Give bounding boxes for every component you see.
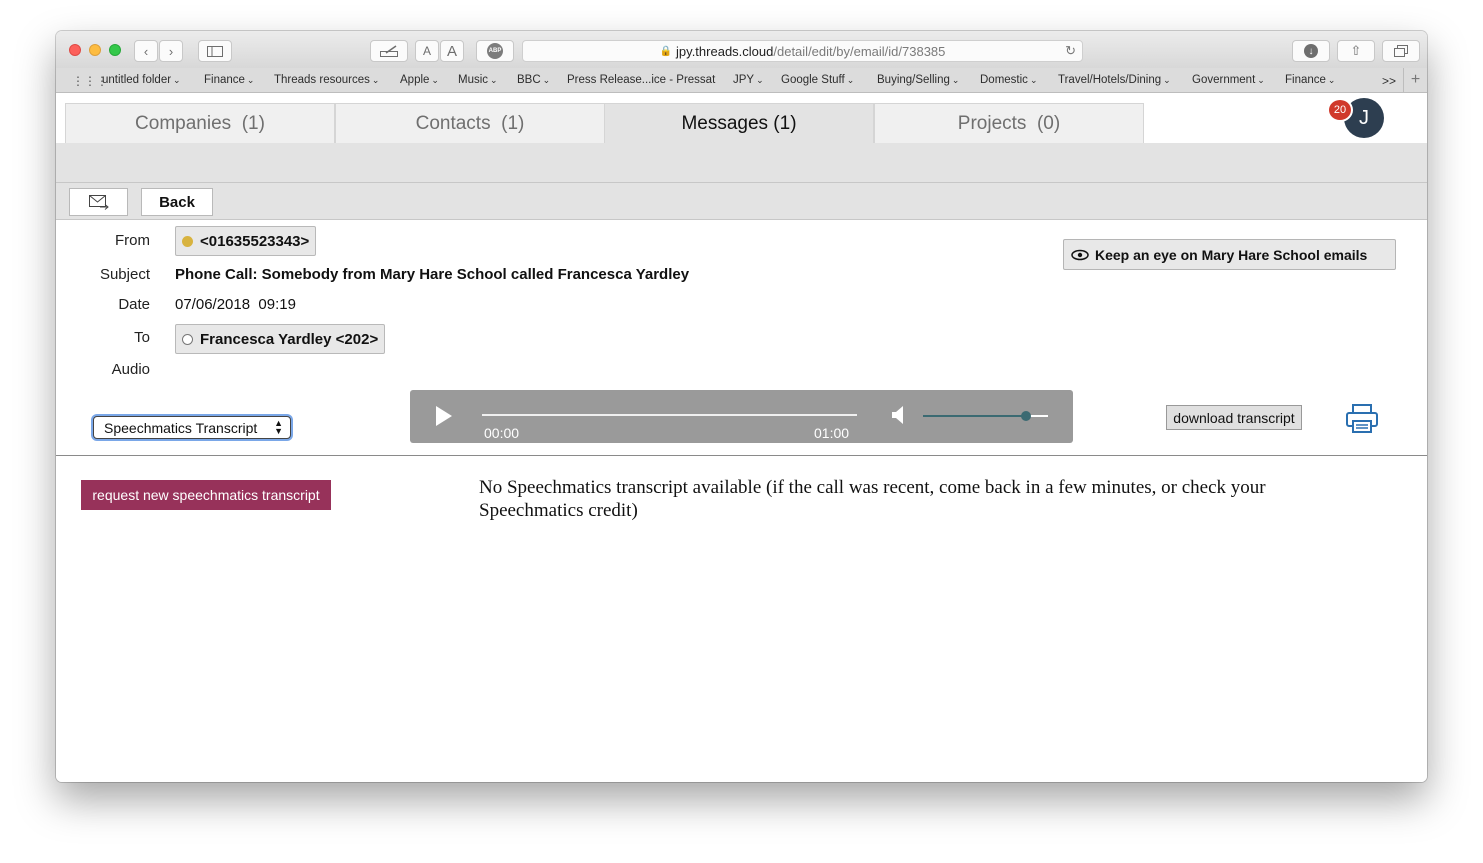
forward-email-button[interactable] — [69, 188, 128, 216]
bookmark-buying-selling[interactable]: Buying/Selling ⌄ — [877, 74, 959, 86]
bookmark-untitled-folder[interactable]: untitled folder ⌄ — [102, 74, 181, 86]
tab-projects-label: Projects (0) — [957, 112, 1061, 134]
url-path: /detail/edit/by/email/id/738385 — [773, 43, 946, 59]
forward-mail-icon — [88, 195, 109, 210]
download-icon: ↓ — [1304, 44, 1318, 58]
no-transcript-message: No Speechmatics transcript available (if… — [479, 477, 1266, 521]
tab-companies[interactable]: Companies (1) — [65, 103, 335, 143]
bookmark-google-stuff[interactable]: Google Stuff ⌄ — [781, 74, 854, 86]
status-circle-icon — [182, 333, 193, 345]
bookmark-jpy[interactable]: JPY ⌄ — [733, 74, 764, 86]
lock-icon: 🔒 — [659, 45, 673, 57]
bookmark-finance[interactable]: Finance ⌄ — [204, 74, 254, 86]
bookmark-apple[interactable]: Apple ⌄ — [400, 74, 439, 86]
audio-label: Audio — [111, 361, 150, 378]
speaker-icon[interactable] — [892, 405, 906, 425]
avatar-initial: J — [1359, 106, 1369, 129]
bookmark-government[interactable]: Government ⌄ — [1192, 74, 1265, 86]
date-label: Date — [118, 296, 150, 313]
audio-player: 00:00 01:00 — [410, 390, 1073, 443]
date-value: 07/06/2018 09:19 — [175, 296, 296, 313]
request-transcript-label: request new speechmatics transcript — [92, 487, 320, 503]
downloads-button[interactable]: ↓ — [1292, 40, 1330, 62]
back-button-label: Back — [159, 193, 195, 211]
chevron-right-icon: › — [168, 43, 174, 59]
tab-contacts-label: Contacts (1) — [415, 112, 525, 134]
bookmark-travel-hotels-dining[interactable]: Travel/Hotels/Dining ⌄ — [1058, 74, 1171, 86]
tabs-overview-button[interactable] — [1382, 40, 1420, 62]
current-time: 00:00 — [484, 425, 520, 441]
bookmark-music[interactable]: Music ⌄ — [458, 74, 498, 86]
subject-label: Subject — [99, 266, 150, 283]
download-transcript-button[interactable]: download transcript — [1166, 405, 1302, 430]
bookmark-domestic[interactable]: Domestic ⌄ — [980, 74, 1037, 86]
back-button[interactable]: Back — [141, 188, 213, 216]
keep-an-eye-label: Keep an eye on Mary Hare School emails — [1095, 246, 1368, 263]
share-icon: ⇧ — [1350, 43, 1362, 58]
chevron-left-icon: ‹ — [143, 43, 149, 59]
audio-progress-bar[interactable] — [482, 414, 857, 416]
actions-bar: Back — [56, 182, 1427, 220]
zoom-window-button[interactable] — [109, 44, 121, 56]
notification-badge[interactable]: 20 — [1327, 98, 1353, 122]
sidebar-toggle-button[interactable] — [198, 40, 232, 62]
browser-window: ‹ › A A ABP 🔒 jpy.threads.cloud/detail/e… — [56, 31, 1427, 782]
back-nav-button[interactable]: ‹ — [134, 40, 158, 62]
bookmark-bbc[interactable]: BBC ⌄ — [517, 74, 550, 86]
volume-knob[interactable] — [1020, 411, 1031, 421]
section-divider — [56, 455, 1427, 456]
bookmark-press-release[interactable]: Press Release...ice - Pressat — [567, 74, 715, 86]
play-icon[interactable] — [436, 406, 452, 426]
address-bar[interactable]: 🔒 jpy.threads.cloud/detail/edit/by/email… — [522, 40, 1083, 62]
to-label: To — [134, 329, 150, 346]
tab-projects[interactable]: Projects (0) — [874, 103, 1144, 143]
printer-icon[interactable] — [1346, 404, 1378, 434]
subject-value: Phone Call: Somebody from Mary Hare Scho… — [175, 266, 690, 283]
markup-button[interactable] — [370, 40, 408, 62]
sidebar-icon — [207, 45, 223, 57]
reload-icon[interactable]: ↻ — [1065, 43, 1076, 59]
eye-icon — [1071, 249, 1089, 260]
keep-an-eye-button[interactable]: Keep an eye on Mary Hare School emails — [1063, 239, 1396, 270]
tab-messages[interactable]: Messages (1) — [604, 103, 874, 143]
forward-nav-button[interactable]: › — [159, 40, 183, 62]
volume-slider[interactable] — [923, 411, 1048, 421]
text-smaller-button[interactable]: A — [415, 40, 439, 62]
download-transcript-label: download transcript — [1173, 409, 1295, 426]
adblock-button[interactable]: ABP — [476, 40, 514, 62]
from-value: <01635523343> — [200, 232, 310, 250]
transcript-source-value: Speechmatics Transcript — [104, 419, 258, 436]
status-dot-icon — [182, 235, 193, 247]
notification-count: 20 — [1333, 104, 1347, 116]
tab-contacts[interactable]: Contacts (1) — [335, 103, 605, 143]
minimize-window-button[interactable] — [89, 44, 101, 56]
text-larger-label: A — [446, 42, 457, 60]
from-chip[interactable]: <01635523343> — [175, 226, 317, 256]
share-button[interactable]: ⇧ — [1337, 40, 1375, 62]
browser-toolbar: ‹ › A A ABP 🔒 jpy.threads.cloud/detail/e… — [56, 31, 1427, 68]
select-arrows-icon: ▲ ▼ — [274, 418, 283, 436]
from-label: From — [115, 232, 150, 249]
bookmark-finance-2[interactable]: Finance ⌄ — [1285, 74, 1335, 86]
new-tab-button[interactable]: + — [1403, 68, 1427, 92]
tab-companies-label: Companies (1) — [135, 112, 265, 134]
close-window-button[interactable] — [69, 44, 81, 56]
bookmarks-bar: ⋮⋮⋮ untitled folder ⌄ Finance ⌄ Threads re… — [56, 68, 1427, 93]
page-content: Companies (1) Contacts (1) Messages (1) … — [56, 93, 1427, 782]
pencil-icon — [380, 45, 398, 57]
bookmark-threads-resources[interactable]: Threads resources ⌄ — [274, 74, 379, 86]
to-value: Francesca Yardley <202> — [200, 330, 379, 348]
bookmarks-overflow[interactable]: >> — [1382, 74, 1396, 88]
text-larger-button[interactable]: A — [440, 40, 464, 62]
to-chip[interactable]: Francesca Yardley <202> — [175, 324, 386, 354]
url-host: jpy.threads.cloud — [676, 43, 774, 59]
tabs-icon — [1394, 45, 1408, 57]
text-smaller-label: A — [422, 44, 431, 58]
transcript-source-select[interactable]: Speechmatics Transcript ▲ ▼ — [93, 416, 291, 439]
adblock-icon: ABP — [487, 43, 503, 59]
volume-fill — [923, 415, 1026, 417]
request-transcript-button[interactable]: request new speechmatics transcript — [81, 480, 331, 510]
tab-messages-label: Messages (1) — [681, 112, 797, 134]
duration: 01:00 — [814, 425, 850, 441]
